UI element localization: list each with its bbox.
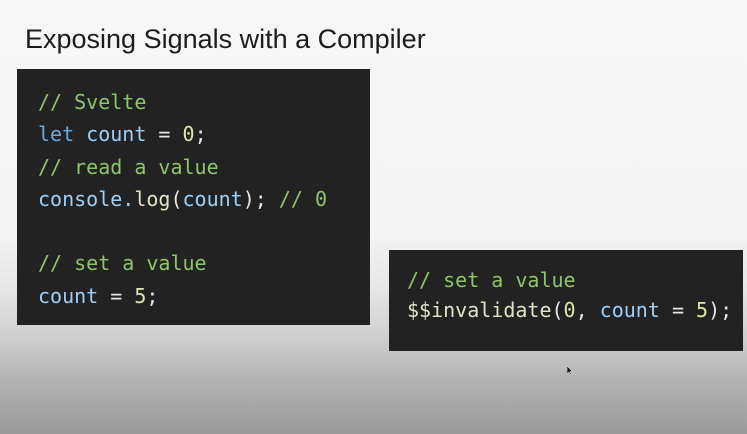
code-function: $$invalidate (407, 298, 552, 322)
code-line: let count = 0; (38, 118, 370, 150)
code-comment: // 0 (266, 186, 328, 211)
code-punctuation: ; (146, 283, 159, 308)
code-punctuation: ); (708, 298, 733, 322)
code-keyword: let (38, 122, 75, 147)
code-variable: count (38, 283, 99, 308)
code-comment: // set a value (38, 251, 207, 276)
code-number: 5 (696, 298, 709, 322)
code-operator: = (659, 298, 697, 322)
code-number: 0 (182, 122, 195, 147)
code-comment: // set a value (407, 268, 576, 292)
code-operator: = (98, 283, 135, 308)
code-comment: // Svelte (38, 90, 147, 114)
code-function: log (134, 186, 171, 211)
code-variable: count (182, 186, 243, 211)
code-line: // Svelte (38, 86, 370, 118)
code-line: count = 5; (38, 280, 370, 312)
code-variable: count (86, 122, 147, 147)
code-punctuation: ( (551, 298, 564, 322)
code-variable: count (599, 298, 660, 322)
compiled-code-block: // set a value $$invalidate(0, count = 5… (389, 250, 743, 351)
svelte-code-block: // Svelte let count = 0; // read a value… (17, 69, 370, 325)
code-line: // set a value (38, 247, 370, 279)
code-number: 5 (134, 283, 147, 308)
code-number: 0 (563, 298, 576, 322)
code-punctuation: ); (242, 186, 267, 211)
code-comment: // read a value (38, 154, 219, 179)
code-object: console. (38, 186, 135, 211)
code-line: console.log(count); // 0 (38, 183, 370, 215)
code-line: $$invalidate(0, count = 5); (407, 295, 743, 325)
code-line: // read a value (38, 151, 370, 183)
code-line: // set a value (407, 265, 743, 295)
code-punctuation: ( (170, 186, 183, 211)
mouse-pointer-icon (567, 366, 573, 375)
code-operator: = (146, 122, 183, 147)
slide-title: Exposing Signals with a Compiler (25, 24, 426, 54)
code-punctuation: , (575, 298, 600, 322)
code-punctuation: ; (194, 122, 207, 147)
